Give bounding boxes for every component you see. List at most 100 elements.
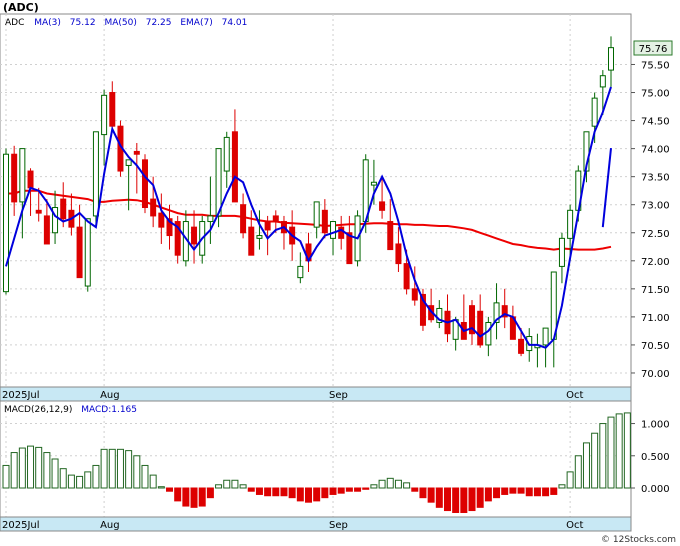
legend-ma3-label: MA(3) [34, 18, 61, 28]
macd-bar [345, 487, 353, 492]
legend-ema7-label: EMA(7) [180, 18, 212, 28]
candle-body [518, 338, 525, 354]
candle-body [346, 232, 353, 265]
macd-bar [174, 487, 182, 502]
candle-body [92, 131, 99, 217]
macd-x-tick-label: Oct [566, 520, 583, 531]
macd-bar [84, 471, 92, 489]
macd-bar [607, 416, 615, 489]
candle-body [567, 209, 574, 239]
candle-body [191, 226, 198, 245]
macd-bar [125, 450, 133, 489]
candle-body [133, 150, 140, 155]
macd-bar [484, 487, 492, 502]
candle-body [215, 148, 222, 217]
macd-bar [18, 447, 26, 489]
macd-legend: MACD(26,12,9) MACD:1.165 [4, 405, 137, 415]
candle-body [76, 226, 83, 279]
macd-bar [313, 487, 321, 502]
macd-bar [329, 487, 337, 495]
price-y-axis: 70.00 70.50 71.00 71.50 72.00 72.50 73.00 73.50… [631, 60, 670, 380]
price-x-tick-label: Oct [566, 390, 583, 401]
candle-body [248, 226, 255, 256]
macd-x-tick-label: 2025Jul [2, 520, 40, 531]
macd-bar [198, 487, 206, 507]
macd-bar [468, 487, 476, 512]
last-price-value: 75.76 [639, 44, 668, 55]
macd-bar [386, 477, 394, 489]
macd-bar [247, 487, 255, 492]
macd-bar [558, 484, 566, 489]
price-x-tick-label: Aug [100, 390, 120, 401]
candle-body [403, 263, 410, 290]
macd-bar [623, 412, 631, 489]
macd-bar [476, 487, 484, 508]
macd-bar [2, 464, 10, 489]
legend-ma50-label: MA(50) [104, 18, 136, 28]
legend-ema7-value: 74.01 [222, 18, 248, 28]
macd-value: MACD:1.165 [81, 405, 137, 415]
macd-bar [582, 442, 590, 489]
candle-body [411, 288, 418, 301]
macd-bar [296, 487, 304, 502]
stock-chart: 70.00 70.50 71.00 71.50 72.00 72.50 73.00 73.50… [0, 1, 676, 545]
macd-bar [92, 464, 100, 489]
candle-body [19, 148, 26, 203]
macd-x-axis-band [0, 516, 632, 532]
macd-bar [378, 479, 386, 489]
macd-bar [182, 487, 190, 507]
candle-body [231, 131, 238, 203]
macd-bar [533, 487, 541, 497]
candle-body [264, 221, 271, 231]
macd-bar [501, 487, 509, 495]
macd-bar [542, 487, 550, 497]
macd-bar [321, 487, 329, 499]
macd-bar [288, 487, 296, 499]
candle-body [379, 201, 386, 211]
macd-bar [394, 479, 402, 489]
price-y-tick-label: 71.50 [641, 285, 670, 296]
price-y-tick-label: 73.00 [641, 201, 670, 212]
candle-body [313, 201, 320, 228]
macd-bar [133, 455, 141, 489]
macd-bar [452, 487, 460, 513]
macd-bar [443, 487, 451, 512]
macd-bar [239, 484, 247, 489]
macd-bar [35, 446, 43, 489]
candle-body [256, 235, 263, 239]
macd-bar [460, 487, 468, 513]
legend-ma50-value: 72.25 [146, 18, 172, 28]
price-y-tick-label: 75.00 [641, 89, 670, 100]
macd-bar [493, 487, 501, 499]
macd-bar [615, 413, 623, 489]
macd-bar [337, 487, 345, 494]
macd-bar [10, 452, 18, 489]
candle-body [330, 221, 337, 239]
price-y-tick-label: 75.50 [641, 60, 670, 71]
candle-body [207, 215, 214, 223]
price-x-axis-band [0, 386, 632, 402]
price-y-tick-label: 70.00 [641, 369, 670, 380]
macd-y-tick-label: 0.500 [641, 452, 670, 463]
macd-bar [566, 471, 574, 489]
candle-body [3, 153, 9, 293]
candle-body [387, 221, 394, 251]
candle-body [542, 327, 549, 346]
macd-bar [255, 487, 263, 495]
candle-body [608, 47, 614, 71]
macd-bar [223, 479, 231, 489]
macd-bar [166, 487, 174, 492]
macd-label: MACD(26,12,9) [4, 405, 72, 415]
macd-bar [51, 458, 59, 489]
macd-bar [231, 479, 239, 489]
macd-x-tick-label: Aug [100, 520, 120, 531]
macd-bar [59, 468, 67, 489]
candle-body [338, 226, 345, 239]
candle-body [109, 92, 116, 127]
macd-bar [27, 445, 35, 489]
candle-body [272, 215, 279, 223]
macd-bar [149, 474, 157, 489]
macd-bar [370, 484, 378, 489]
candle-body [558, 237, 565, 267]
macd-bar [550, 487, 558, 495]
